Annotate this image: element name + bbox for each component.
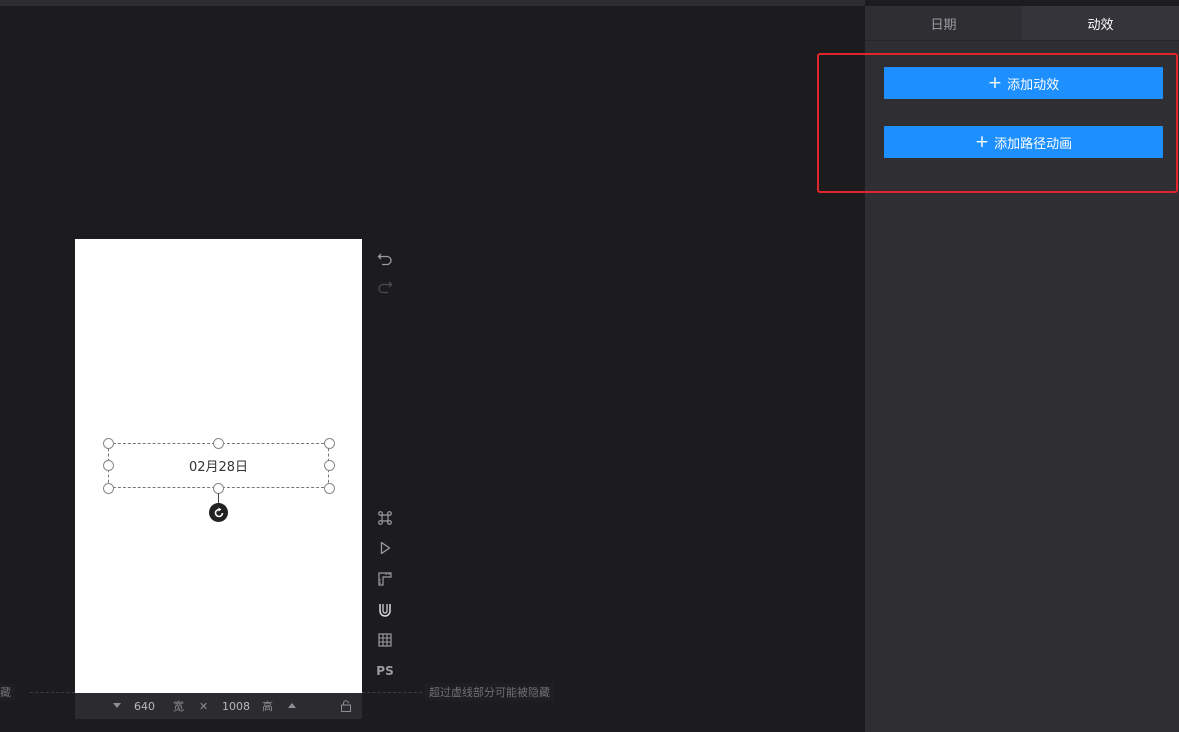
play-icon[interactable] <box>375 538 395 558</box>
phone-canvas[interactable]: 02月28日 <box>75 239 362 693</box>
hidden-area-hint: 超过虚线部分可能被隐藏 <box>425 683 554 701</box>
height-stepper-up-icon[interactable] <box>288 693 296 719</box>
add-path-animation-label: 添加路径动画 <box>994 136 1073 152</box>
size-dropdown-icon[interactable] <box>113 693 121 719</box>
add-path-animation-button[interactable]: + 添加路径动画 <box>884 126 1163 158</box>
canvas-size-bar: 640 宽 ✕ 1008 高 <box>75 693 362 719</box>
resize-handle-top-right[interactable] <box>324 438 335 449</box>
tab-animation[interactable]: 动效 <box>1022 6 1179 40</box>
height-input[interactable]: 1008 <box>222 693 250 719</box>
ps-button[interactable]: PS <box>375 661 395 681</box>
left-hint-text: 藏 <box>0 683 15 701</box>
selected-text-element[interactable]: 02月28日 <box>108 443 329 488</box>
rotate-icon[interactable] <box>209 503 228 522</box>
resize-handle-left[interactable] <box>103 460 114 471</box>
ruler-icon[interactable] <box>375 569 395 589</box>
properties-panel: 日期 动效 + 添加动效 + 添加路径动画 <box>865 6 1179 732</box>
resize-handle-right[interactable] <box>324 460 335 471</box>
panel-tabs: 日期 动效 <box>865 6 1179 40</box>
resize-handle-top[interactable] <box>213 438 224 449</box>
command-icon[interactable] <box>375 508 395 528</box>
safe-area-dashline-right <box>362 692 422 693</box>
magnet-icon[interactable] <box>375 600 395 620</box>
redo-icon[interactable] <box>375 276 395 296</box>
resize-handle-bottom-left[interactable] <box>103 483 114 494</box>
undo-icon[interactable] <box>375 248 395 268</box>
grid-icon[interactable] <box>375 630 395 650</box>
tab-date[interactable]: 日期 <box>865 6 1022 40</box>
plus-icon: + <box>987 72 1003 93</box>
safe-area-dashline-left <box>30 692 75 693</box>
resize-handle-top-left[interactable] <box>103 438 114 449</box>
top-divider <box>0 0 865 6</box>
add-effect-button[interactable]: + 添加动效 <box>884 67 1163 99</box>
lock-icon[interactable] <box>340 693 352 719</box>
times-icon: ✕ <box>199 699 209 713</box>
tabs-divider <box>865 40 1179 41</box>
resize-handle-bottom-right[interactable] <box>324 483 335 494</box>
width-label: 宽 <box>173 700 184 713</box>
width-input[interactable]: 640 <box>134 693 155 719</box>
date-text[interactable]: 02月28日 <box>109 444 328 487</box>
plus-icon: + <box>974 131 990 152</box>
add-effect-label: 添加动效 <box>1007 77 1060 93</box>
height-label: 高 <box>262 700 273 713</box>
